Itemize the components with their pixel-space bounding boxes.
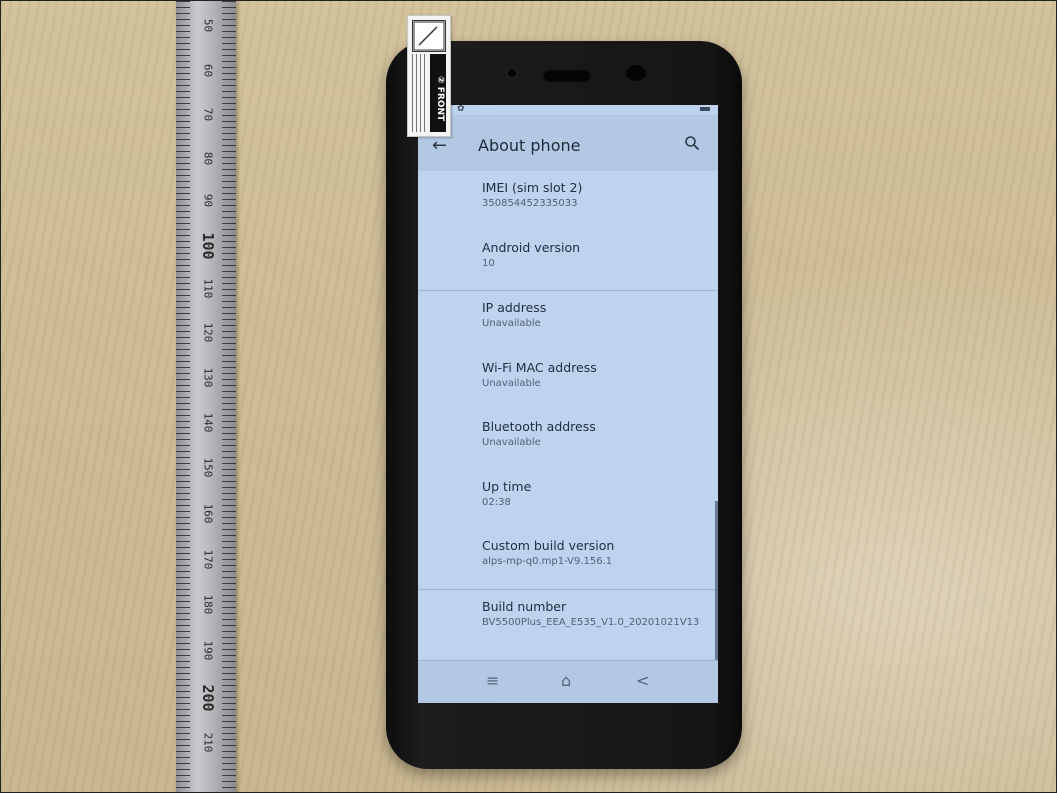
item-value: Unavailable: [482, 377, 541, 389]
protective-film-sticker: ② FRONT: [407, 15, 451, 137]
ruler-label: 190: [201, 640, 215, 661]
ruler-label: 200: [199, 684, 217, 712]
ruler: 50 60 70 80 90 100 110 120 130 140 150 1…: [176, 1, 236, 792]
item-label: Bluetooth address: [482, 419, 596, 434]
list-item[interactable]: Up time 02:38: [418, 470, 718, 530]
ruler-label: 100: [199, 232, 217, 260]
item-value: 10: [482, 257, 495, 269]
sticker-fine-print: [412, 54, 426, 132]
item-label: IP address: [482, 300, 547, 315]
earpiece-speaker: [542, 69, 592, 83]
ruler-label: 80: [201, 151, 215, 166]
item-label: Up time: [482, 478, 532, 494]
ruler-label: 210: [201, 732, 215, 753]
ruler-label: 130: [201, 367, 215, 388]
item-label: Android version: [482, 239, 581, 255]
phone-device: ✿ ← About phone IMEI (sim slot 2) 350854…: [386, 41, 742, 769]
nav-back-icon[interactable]: <: [636, 671, 649, 690]
ruler-label: 70: [201, 107, 215, 122]
ruler-label: 90: [201, 193, 215, 208]
battery-icon: [700, 107, 710, 111]
search-icon[interactable]: [684, 135, 700, 151]
ruler-label: 140: [201, 412, 215, 433]
item-label: Wi-Fi MAC address: [482, 359, 597, 375]
ruler-label: 160: [201, 503, 215, 524]
front-sensor: [506, 67, 518, 79]
ruler-label: 50: [201, 18, 215, 33]
item-value: Unavailable: [482, 437, 541, 448]
page-title: About phone: [478, 136, 581, 155]
list-item[interactable]: Wi-Fi MAC address Unavailable: [418, 351, 718, 411]
list-item[interactable]: Custom build version alps-mp-q0.mp1-V9.1…: [418, 529, 718, 589]
item-value: BV5500Plus_EEA_E535_V1.0_20201021V13: [482, 616, 700, 628]
list-item[interactable]: IP address Unavailable: [418, 291, 718, 351]
app-bar: ← About phone: [418, 115, 718, 171]
list-item[interactable]: Android version 10: [418, 231, 718, 291]
photo-frame: 50 60 70 80 90 100 110 120 130 140 150 1…: [0, 0, 1057, 793]
ruler-label: 170: [201, 549, 215, 570]
phone-screen: ✿ ← About phone IMEI (sim slot 2) 350854…: [418, 105, 718, 703]
ruler-label: 150: [201, 457, 215, 478]
ruler-label: 180: [201, 594, 215, 615]
menu-icon[interactable]: ≡: [486, 671, 499, 690]
sticker-front-label: ② FRONT: [435, 76, 445, 122]
item-value: Unavailable: [482, 318, 541, 329]
item-value: alps-mp-q0.mp1-V9.156.1: [482, 556, 613, 567]
list-item[interactable]: Build number BV5500Plus_EEA_E535_V1.0_20…: [418, 590, 718, 660]
item-label: IMEI (sim slot 2): [482, 180, 583, 195]
status-bar: ✿: [418, 105, 718, 115]
ruler-label: 60: [201, 63, 215, 78]
home-icon[interactable]: ⌂: [561, 671, 571, 690]
ruler-ticks-right: [222, 1, 236, 792]
navigation-bar: ≡ ⌂ <: [418, 660, 718, 703]
item-label: Custom build version: [482, 538, 615, 553]
ruler-label: 110: [201, 278, 215, 299]
settings-list: IMEI (sim slot 2) 350854452335033 Androi…: [418, 171, 718, 660]
item-value: 350854452335033: [482, 198, 578, 209]
ruler-ticks-left: [176, 1, 190, 792]
settings-gear-icon: ✿: [457, 105, 465, 114]
sticker-diagram-icon: [412, 20, 446, 52]
item-label: Build number: [482, 598, 567, 614]
list-item[interactable]: Bluetooth address Unavailable: [418, 410, 718, 470]
item-value: 02:38: [482, 496, 511, 508]
front-camera: [626, 65, 646, 81]
ruler-label: 120: [201, 322, 215, 343]
back-arrow-icon[interactable]: ←: [432, 135, 447, 156]
list-item[interactable]: IMEI (sim slot 2) 350854452335033: [418, 171, 718, 231]
